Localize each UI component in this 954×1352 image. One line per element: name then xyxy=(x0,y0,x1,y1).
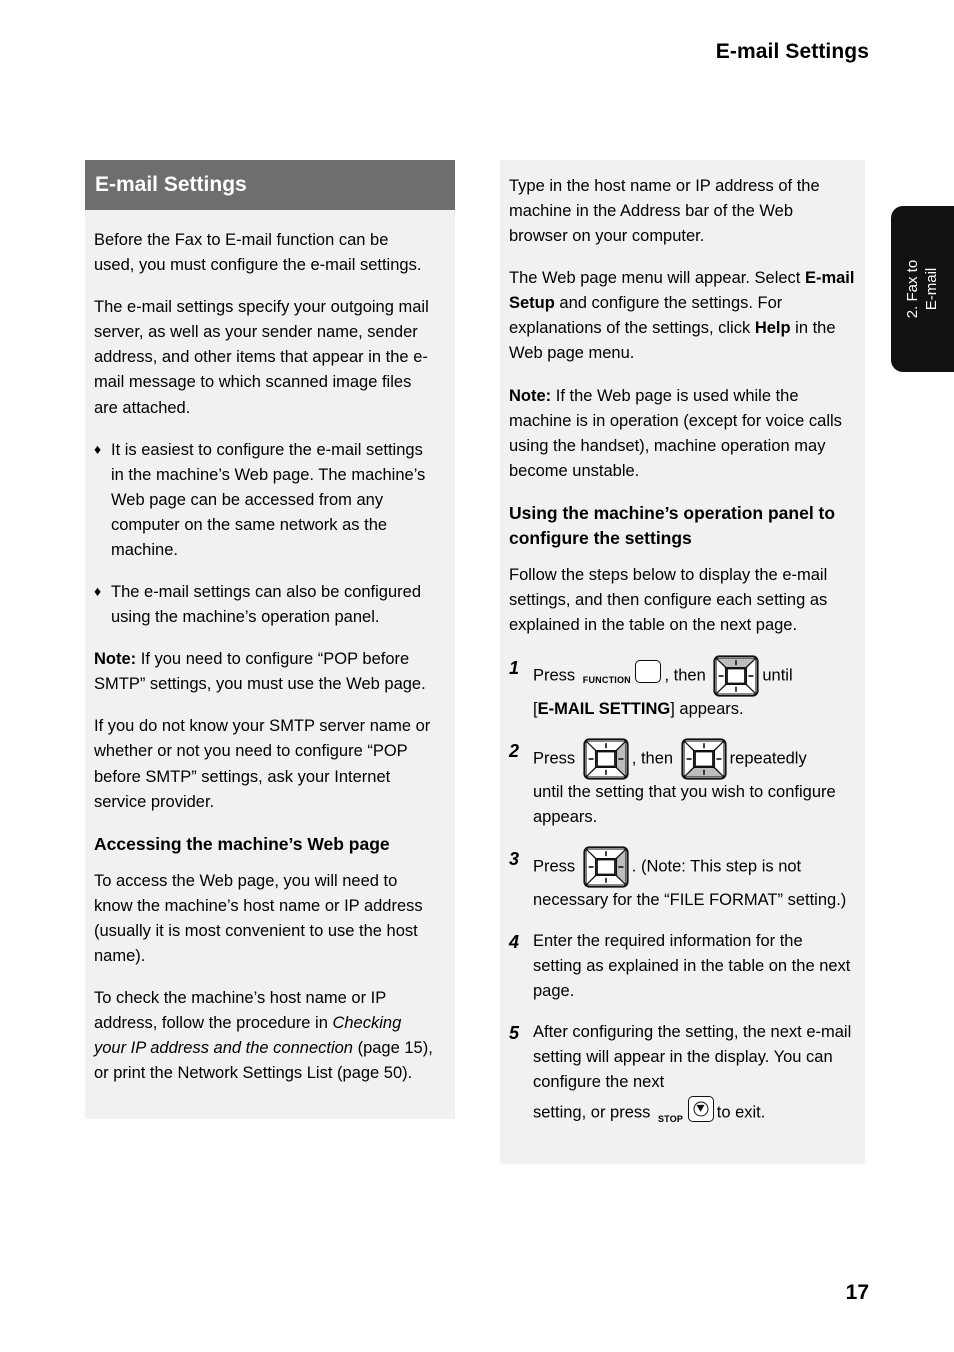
left-paragraph-2: The e-mail settings specify your outgoin… xyxy=(94,298,429,417)
step-5-line-2: setting, or press STOP to exit. xyxy=(533,1095,855,1130)
left-paragraph-1: Before the Fax to E-mail function can be… xyxy=(94,231,422,275)
step-1-display-text: E-MAIL SETTING xyxy=(537,699,671,718)
right-subheading: Using the machine’s operation panel to c… xyxy=(509,502,836,548)
step-2-line-2: until the setting that you wish to confi… xyxy=(533,782,836,826)
list-item: ♦ The e-mail settings can also be config… xyxy=(94,580,433,630)
step-3-line-2: necessary for the “FILE FORMAT” setting.… xyxy=(533,891,847,910)
step-2-text-middle: , then xyxy=(631,749,674,768)
step-body-5: After configuring the setting, the next … xyxy=(533,1020,855,1129)
section-title-bar: E-mail Settings xyxy=(85,160,455,211)
chapter-thumb-tab-inner: 2. Fax to E-mail xyxy=(891,206,954,372)
left-column: E-mail Settings Before the Fax to E-mail… xyxy=(85,160,455,1120)
step-body-3: Press . (Note: This step is not necessar… xyxy=(533,846,855,913)
chapter-thumb-tab: 2. Fax to E-mail xyxy=(891,206,954,372)
arrow-key-down-icon[interactable] xyxy=(681,738,727,780)
right-paragraph-2-part1: The Web page menu will appear. Select xyxy=(509,269,805,288)
step-5-text-before: After configuring the setting, the next … xyxy=(533,1023,852,1092)
step-item-3: 3 Press . (Note: This step is not necess… xyxy=(509,846,855,913)
right-paragraph-3: Follow the steps below to display the e-… xyxy=(509,565,828,634)
function-key-caption: FUNCTION xyxy=(582,675,631,686)
stop-key-square xyxy=(687,1095,714,1122)
step-3-text-before: Press xyxy=(533,857,576,876)
right-paragraph-2: The Web page menu will appear. Select E-… xyxy=(509,266,855,366)
left-note-paragraph: Note: If you need to configure “POP befo… xyxy=(94,647,433,697)
list-item: ♦ It is easiest to configure the e-mail … xyxy=(94,438,433,563)
step-number-5: 5 xyxy=(509,1023,520,1044)
step-number-3: 3 xyxy=(509,849,520,870)
left-subheading: Accessing the machine’s Web page xyxy=(94,833,390,854)
arrow-key-right-icon[interactable] xyxy=(583,846,629,888)
step-number-1: 1 xyxy=(509,657,520,678)
step-number-4: 4 xyxy=(509,932,520,953)
right-column: Type in the host name or IP address of t… xyxy=(500,160,865,1164)
right-note-label: Note: xyxy=(509,386,552,405)
function-key-square xyxy=(635,660,662,684)
step-body-2: Press , then repeatedly until the settin… xyxy=(533,738,855,830)
chapter-tab-line-2: E-mail xyxy=(922,267,940,311)
left-paragraph-5: To check the machine’s host name or IP a… xyxy=(94,986,433,1086)
bullet-text-2: The e-mail settings can also be configur… xyxy=(111,583,422,627)
right-column-body: Type in the host name or IP address of t… xyxy=(500,174,865,1130)
step-2-text-after: repeatedly xyxy=(729,749,807,768)
step-body-1: Press FUNCTION , then until [E-MAIL SETT… xyxy=(533,655,855,722)
step-item-2: 2 Press , then repeatedly until the sett… xyxy=(509,738,855,830)
page-number: 17 xyxy=(845,1281,869,1304)
step-item-1: 1 Press FUNCTION , then until [E-MAIL SE… xyxy=(509,655,855,722)
step-item-5: 5 After configuring the setting, the nex… xyxy=(509,1020,855,1129)
diamond-bullet-icon: ♦ xyxy=(94,583,102,600)
left-note-label: Note: xyxy=(94,650,137,669)
step-1-text-before: Press xyxy=(533,666,576,685)
chapter-tab-line-1: 2. Fax to xyxy=(904,259,922,319)
stop-circle-triangle-icon xyxy=(693,1101,709,1117)
function-key[interactable]: FUNCTION xyxy=(583,660,662,691)
arrow-key-right-icon[interactable] xyxy=(583,738,629,780)
stop-key-caption: STOP xyxy=(657,1113,684,1124)
step-item-4: 4 Enter the required information for the… xyxy=(509,929,855,1004)
left-note-text: If you need to configure “POP before SMT… xyxy=(94,650,426,694)
right-note-text: If the Web page is used while the machin… xyxy=(509,386,842,480)
step-1-line-2: [E-MAIL SETTING] appears. xyxy=(533,697,855,722)
step-5-line-2-after: to exit. xyxy=(716,1102,766,1121)
right-paragraph-2-bold-help: Help xyxy=(754,319,791,338)
right-paragraph-1: Type in the host name or IP address of t… xyxy=(509,177,820,246)
left-paragraph-3: If you do not know your SMTP server name… xyxy=(94,717,431,811)
step-1-text-middle: , then xyxy=(664,666,706,685)
step-2-text-before: Press xyxy=(533,749,576,768)
step-body-4: Enter the required information for the s… xyxy=(533,932,851,1001)
stop-key[interactable]: STOP xyxy=(657,1095,714,1130)
diamond-bullet-icon: ♦ xyxy=(94,440,102,457)
step-3-text-after: . (Note: This step is not xyxy=(631,857,802,876)
chapter-thumb-tab-text: 2. Fax to E-mail xyxy=(904,260,941,318)
bullet-text-1: It is easiest to configure the e-mail se… xyxy=(111,440,426,559)
step-1-bracket-close: ] appears. xyxy=(670,699,744,718)
step-1-text-after: until xyxy=(762,666,793,685)
left-paragraph-4: To access the Web page, you will need to… xyxy=(94,871,423,965)
page-running-header: E-mail Settings xyxy=(715,40,869,63)
step-5-line-2-before: setting, or press xyxy=(533,1102,651,1121)
left-column-body: Before the Fax to E-mail function can be… xyxy=(85,228,455,1086)
right-note-paragraph: Note: If the Web page is used while the … xyxy=(509,384,855,484)
arrow-key-up-icon[interactable] xyxy=(713,655,759,697)
step-number-2: 2 xyxy=(509,740,520,761)
